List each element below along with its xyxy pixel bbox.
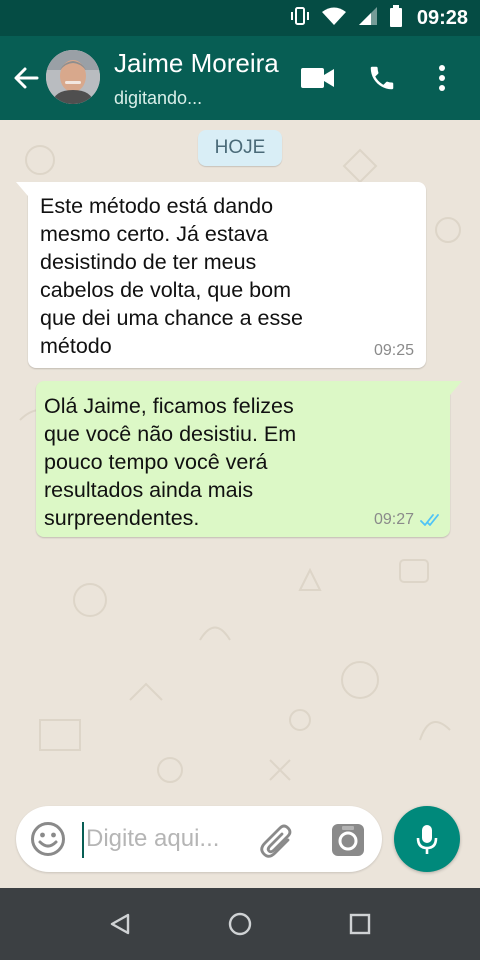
status-icons: 09:28 [289, 0, 468, 36]
message-input[interactable] [82, 816, 262, 862]
camera-button[interactable] [330, 822, 366, 858]
signal-icon [357, 6, 379, 31]
back-button[interactable] [10, 62, 42, 94]
message-time: 09:27 [373, 511, 414, 528]
video-call-icon [301, 68, 334, 88]
message-text: Olá Jaime, ficamos felizes que você não … [44, 394, 297, 530]
vibrate-icon [289, 5, 311, 32]
recents-square-icon [349, 913, 371, 935]
message-composer [16, 806, 382, 872]
attach-button[interactable] [258, 820, 298, 860]
message-text: Este método está dando mesmo certo. Já e… [40, 194, 303, 358]
status-bar: 09:28 [0, 0, 480, 36]
more-options-button[interactable] [422, 58, 462, 98]
contact-avatar[interactable] [46, 50, 100, 104]
read-ticks-icon [420, 514, 439, 526]
nav-recents-button[interactable] [342, 906, 378, 942]
contact-status: digitando... [114, 88, 203, 108]
date-separator: HOJE [198, 130, 282, 166]
emoji-icon [31, 822, 65, 856]
more-options-icon [439, 65, 445, 91]
nav-home-button[interactable] [222, 906, 258, 942]
back-arrow-icon [14, 67, 39, 89]
chat-area[interactable]: HOJE Este método está dando mesmo certo.… [0, 120, 480, 888]
home-circle-icon [228, 912, 252, 936]
message-time: 09:25 [373, 342, 414, 359]
status-time: 09:28 [416, 6, 468, 29]
attach-icon [260, 824, 292, 858]
back-triangle-icon [110, 913, 130, 935]
wifi-icon [321, 6, 347, 31]
phone-icon [370, 66, 394, 90]
contact-name[interactable]: Jaime Moreira [114, 48, 279, 79]
chat-header: Jaime Moreira digitando... [0, 36, 480, 120]
camera-icon [332, 824, 364, 856]
mic-icon [416, 825, 438, 854]
nav-back-button[interactable] [102, 906, 138, 942]
video-call-button[interactable] [298, 58, 338, 98]
system-nav-bar [0, 888, 480, 960]
message-incoming[interactable]: Este método está dando mesmo certo. Já e… [16, 182, 426, 368]
phone-call-button[interactable] [362, 58, 402, 98]
message-outgoing[interactable]: Olá Jaime, ficamos felizes que você não … [36, 381, 462, 537]
mic-button[interactable] [394, 806, 460, 872]
bubble-tail [450, 381, 462, 395]
bubble-tail [16, 182, 28, 196]
emoji-button[interactable] [30, 821, 66, 857]
battery-icon [389, 4, 403, 32]
